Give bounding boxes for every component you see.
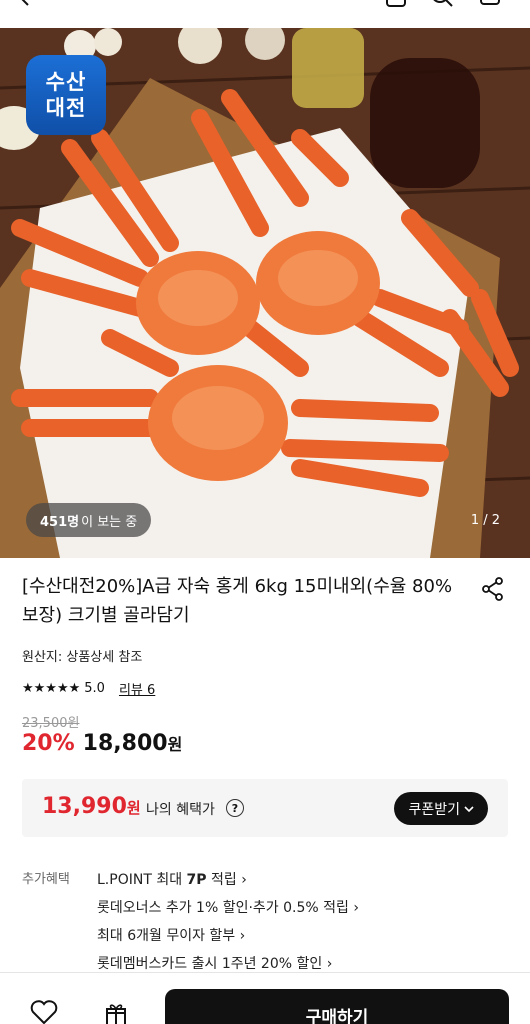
price-row: 20% 18,800 원 [22,731,182,756]
benefit-price: 13,990원 [42,794,141,819]
sale-price: 18,800 [82,731,168,756]
help-icon[interactable]: ? [226,799,244,817]
rating-score: 5.0 [84,681,105,696]
gift-icon[interactable] [104,1001,128,1024]
brand-logo-line2: 대전 [45,96,87,120]
extra-benefit-bold: 7P [186,872,207,888]
review-link[interactable]: 리뷰 6 [119,679,155,698]
chevron-down-icon [464,805,474,812]
extra-benefit-installment[interactable]: 최대 6개월 무이자 할부 › [97,922,359,950]
star-rating-icon: ★★★★★ [22,681,81,696]
bottom-action-bar: 구매하기 [0,972,530,1024]
extra-benefit-lotte-owners[interactable]: 롯데오너스 추가 1% 할인·추가 0.5% 적립 › [97,894,359,922]
original-price: 23,500원 [22,716,80,731]
search-icon[interactable] [430,0,454,10]
buy-button-label: 구매하기 [305,1008,369,1024]
product-image[interactable]: 수산 대전 451명 이 보는 중 1 / 2 [0,28,530,558]
product-title: [수산대전20%]A급 자숙 홍게 6kg 15미내외(수율 80% 보장) 크… [22,576,453,626]
extra-benefit-text: 롯데오너스 추가 1% 할인·추가 0.5% 적립 › [97,900,359,916]
benefit-price-value: 13,990 [42,794,127,819]
extra-benefit-text: 최대 6개월 무이자 할부 › [97,928,246,944]
rating-row: ★★★★★ 5.0 리뷰 6 [22,679,155,698]
share-icon[interactable] [480,576,506,602]
viewers-count: 451명 [40,514,80,530]
top-header [0,0,530,28]
benefit-box: 13,990원 나의 혜택가 ? 쿠폰받기 [22,779,508,837]
discount-rate: 20% [22,731,75,756]
benefit-price-unit: 원 [126,799,141,817]
back-icon[interactable] [14,0,36,8]
coupon-button-label: 쿠폰받기 [408,800,460,817]
extra-benefits-list: L.POINT 최대 7P 적립 › 롯데오너스 추가 1% 할인·추가 0.5… [97,866,359,978]
extra-benefit-text: L.POINT 최대 [97,872,187,888]
benefit-label: 나의 혜택가 [146,802,215,818]
bag-icon[interactable] [478,0,502,10]
extra-benefit-text: 적립 › [206,872,247,888]
extra-benefit-lpoint[interactable]: L.POINT 최대 7P 적립 › [97,866,359,894]
brand-logo-line1: 수산 [45,70,87,94]
extra-benefits-label: 추가혜택 [22,872,70,887]
viewers-suffix: 이 보는 중 [81,514,138,530]
viewers-badge: 451명 이 보는 중 [26,503,152,537]
origin-info: 원산지: 상품상세 참조 [22,650,143,665]
sale-price-unit: 원 [167,735,183,754]
brand-logo: 수산 대전 [26,55,106,135]
heart-icon[interactable] [30,999,58,1024]
image-pager: 1 / 2 [470,513,500,528]
extra-benefit-text: 롯데멤버스카드 출시 1주년 20% 할인 › [97,956,333,972]
cart-icon[interactable] [384,0,408,10]
buy-button[interactable]: 구매하기 [165,989,509,1024]
coupon-button[interactable]: 쿠폰받기 [394,792,488,825]
